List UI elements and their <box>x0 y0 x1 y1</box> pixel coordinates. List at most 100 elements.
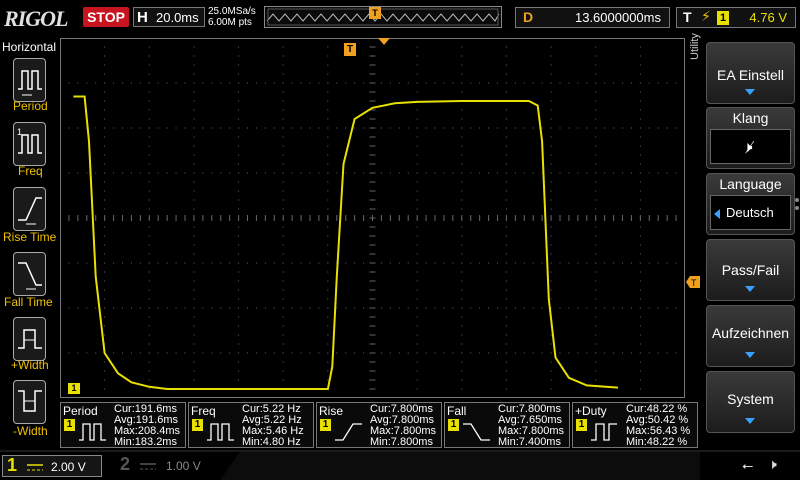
grid-dot <box>461 316 463 318</box>
run-stop-status[interactable]: STOP <box>83 7 129 27</box>
grid-dot <box>238 262 240 264</box>
grid-dot <box>497 127 498 129</box>
grid-dot <box>77 352 79 354</box>
measurement-positive-duty[interactable]: +Duty 1 Cur:48.22 % Avg:50.42 % Max:56.4… <box>572 402 698 448</box>
period-icon <box>79 423 106 441</box>
pass-fail-label: Pass/Fail <box>721 262 780 278</box>
grid-dot <box>514 307 516 309</box>
grid-dot <box>505 136 507 138</box>
grid-dot <box>68 307 70 309</box>
grid-dot <box>488 352 490 354</box>
grid-dot <box>148 316 150 318</box>
memory-overview-bar[interactable]: T <box>264 6 502 28</box>
grid-dot <box>336 307 338 309</box>
grid-dot <box>639 379 641 381</box>
negative-width-button[interactable] <box>13 380 46 424</box>
grid-dot <box>193 118 195 120</box>
grid-dot <box>122 352 123 354</box>
grid-dot <box>416 190 418 192</box>
grid-dot <box>113 172 115 174</box>
grid-dot <box>416 127 418 129</box>
grid-dot <box>282 307 284 309</box>
grid-dot <box>577 82 579 84</box>
grid-dot <box>238 253 240 255</box>
trigger-position-arrow-icon <box>378 38 390 45</box>
pass-fail-button[interactable]: Pass/Fail <box>706 239 795 301</box>
grid-dot <box>148 253 150 255</box>
grid-dot <box>193 235 195 237</box>
grid-dot <box>220 172 222 174</box>
grid-dot <box>639 145 641 147</box>
waveform-display[interactable] <box>60 38 685 398</box>
grid-dot <box>595 334 597 336</box>
aufzeichnen-button[interactable]: Aufzeichnen <box>706 305 795 367</box>
grid-dot <box>461 73 463 75</box>
positive-width-label: +Width <box>11 358 49 372</box>
grid-dot <box>461 343 463 345</box>
ch1-status[interactable]: 1 2.00 V <box>2 455 102 477</box>
language-button[interactable]: Language Deutsch <box>706 173 795 235</box>
grid-dot <box>550 109 552 111</box>
measurement-frequency[interactable]: Freq 1 Cur:5.22 Hz Avg:5.22 Hz Max:5.46 … <box>188 402 314 448</box>
grid-dot <box>211 352 213 354</box>
ch1-ground-marker[interactable]: 1 <box>68 383 80 394</box>
measurement-rise[interactable]: Rise 1 Cur:7.800ms Avg:7.800ms Max:7.800… <box>316 402 442 448</box>
grid-dot <box>461 82 463 84</box>
system-label: System <box>727 391 774 407</box>
grid-dot <box>639 226 641 228</box>
grid-dot <box>461 244 463 246</box>
grid-dot <box>95 82 97 84</box>
grid-dot <box>211 172 213 174</box>
positive-width-button[interactable] <box>13 317 46 361</box>
grid-dot <box>327 253 329 255</box>
grid-dot <box>139 307 141 309</box>
grid-dot <box>255 307 257 309</box>
grid-dot <box>193 172 195 174</box>
grid-dot <box>639 190 641 192</box>
grid-dot <box>104 145 106 147</box>
delay-box[interactable]: D 13.6000000ms <box>515 7 670 28</box>
klang-button[interactable]: Klang 🕨̸ <box>706 107 795 169</box>
grid-dot <box>550 46 552 48</box>
grid-dot <box>595 208 597 210</box>
measurement-name: Period <box>63 404 98 418</box>
system-button[interactable]: System <box>706 371 795 433</box>
measurement-period[interactable]: Period 1 Cur:191.6ms Avg:191.6ms Max:208… <box>60 402 186 448</box>
grid-dot <box>577 127 579 129</box>
trigger-level-marker[interactable]: T <box>686 276 700 288</box>
measurement-fall[interactable]: Fall 1 Cur:7.800ms Avg:7.650ms Max:7.800… <box>444 402 570 448</box>
ch2-status[interactable]: 2 1.00 V <box>116 454 216 477</box>
grid-dot <box>389 127 391 129</box>
grid-dot <box>211 82 213 84</box>
grid-dot <box>514 82 516 84</box>
rise-time-button[interactable] <box>13 187 46 231</box>
fall-time-button[interactable] <box>13 252 46 296</box>
grid-dot <box>461 370 463 372</box>
grid-dot <box>104 64 106 66</box>
grid-dot <box>363 82 365 84</box>
grid-dot <box>523 307 525 309</box>
frequency-button[interactable]: 1 <box>13 122 46 166</box>
grid-dot <box>238 343 240 345</box>
grid-dot <box>639 325 641 327</box>
ea-einstell-button[interactable]: EA Einstell <box>706 42 795 104</box>
grid-dot <box>238 307 240 309</box>
grid-dot <box>639 55 641 57</box>
grid-dot <box>639 172 641 174</box>
grid-dot <box>264 82 266 84</box>
grid-dot <box>639 235 641 237</box>
grid-dot <box>193 334 195 336</box>
grid-dot <box>595 307 597 309</box>
grid-dot <box>148 352 150 354</box>
grid-dot <box>479 262 481 264</box>
grid-dot <box>559 127 561 129</box>
period-button[interactable] <box>13 58 46 102</box>
timebase-box[interactable]: H 20.0ms <box>133 7 205 27</box>
trigger-position-marker[interactable]: T <box>344 43 356 56</box>
grid-dot <box>282 208 284 210</box>
grid-dot <box>559 82 561 84</box>
usb-icon: ⭠ <box>742 458 754 474</box>
grid-dot <box>639 370 641 372</box>
grid-dot <box>282 109 284 111</box>
grid-dot <box>613 127 615 129</box>
